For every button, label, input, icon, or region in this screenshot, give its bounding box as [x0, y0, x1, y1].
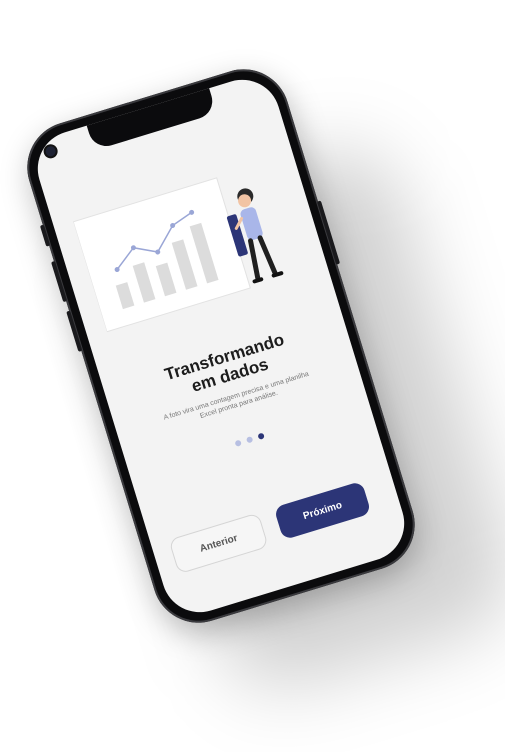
data-analyst-illustration [72, 177, 284, 333]
notch [86, 86, 217, 151]
pagination-dot [257, 432, 265, 440]
pagination-dot [234, 439, 242, 447]
whiteboard [72, 177, 251, 333]
volume-down-button [66, 310, 83, 352]
previous-button[interactable]: Anterior [168, 512, 269, 575]
pagination-dot [245, 435, 254, 444]
mute-switch [39, 224, 51, 247]
front-camera-icon [44, 145, 57, 158]
volume-up-button [51, 260, 68, 303]
next-button[interactable]: Próximo [273, 480, 372, 541]
person-legs [248, 235, 278, 281]
mockup-stage: Transformando em dados A foto vira uma c… [0, 0, 505, 752]
